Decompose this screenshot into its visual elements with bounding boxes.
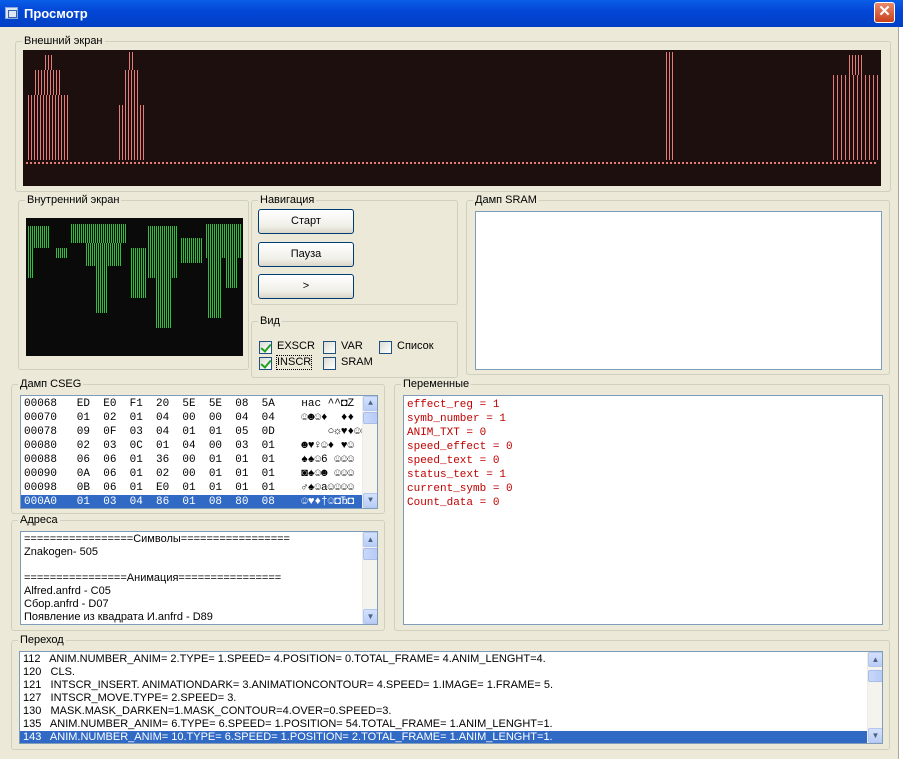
sram-checkbox[interactable]: SRAM xyxy=(323,356,378,370)
addresses-scrollbar[interactable]: ▲ ▼ xyxy=(362,532,377,624)
address-row[interactable]: Сбор.anfrd - D07 xyxy=(21,598,377,611)
transition-row[interactable]: 130 MASK.MASK_DARKEN=1.MASK_CONTOUR=4.OV… xyxy=(20,705,882,718)
cseg-row[interactable]: 00078 09 0F 03 04 01 01 05 0D ○☼♥♦☺☺♣♪ xyxy=(21,425,377,439)
checkbox-unchecked-icon xyxy=(379,341,392,354)
sram-dump-group: Дамп SRAM xyxy=(466,194,890,375)
outer-screen-display xyxy=(23,50,881,186)
scroll-up-arrow-icon[interactable]: ▲ xyxy=(363,532,377,547)
transition-group: Переход 112 ANIM.NUMBER_ANIM= 2.TYPE= 1.… xyxy=(11,634,890,750)
transition-scrollbar[interactable]: ▲ ▼ xyxy=(867,652,882,743)
transition-row[interactable]: 120 CLS. xyxy=(20,666,882,679)
inscr-checkbox[interactable]: INSCR xyxy=(259,355,319,370)
address-row[interactable]: Alfred.anfrd - C05 xyxy=(21,585,377,598)
scroll-down-arrow-icon[interactable]: ▼ xyxy=(868,728,882,743)
start-button[interactable]: Старт xyxy=(258,209,354,234)
variables-list[interactable]: effect_reg = 1 symb_number = 1 ANIM_TXT = … xyxy=(403,395,883,625)
address-row[interactable]: Znakogen- 505 xyxy=(21,546,377,559)
checkbox-unchecked-icon xyxy=(323,341,336,354)
variable-item[interactable]: symb_number = 1 xyxy=(404,412,882,426)
variable-item[interactable]: Count_data = 0 xyxy=(404,496,882,510)
var-checkbox[interactable]: VAR xyxy=(323,340,373,354)
scroll-thumb[interactable] xyxy=(363,412,377,424)
cseg-row[interactable]: 00070 01 02 01 04 00 00 04 04 ☺☻☺♦ ♦♦ xyxy=(21,411,377,425)
navigation-label: Навигация xyxy=(258,194,317,206)
transition-list[interactable]: 112 ANIM.NUMBER_ANIM= 2.TYPE= 1.SPEED= 4… xyxy=(19,651,883,744)
variable-item[interactable]: speed_effect = 0 xyxy=(404,440,882,454)
addresses-list[interactable]: =================Символы================… xyxy=(20,531,378,625)
next-button[interactable]: > xyxy=(258,274,354,299)
cseg-row[interactable]: 00080 02 03 0C 01 04 00 03 01 ☻♥♀☺♦ ♥☺ xyxy=(21,439,377,453)
transition-row[interactable]: 112 ANIM.NUMBER_ANIM= 2.TYPE= 1.SPEED= 4… xyxy=(20,653,882,666)
inner-screen-display xyxy=(26,218,243,356)
transition-row[interactable]: 143 ANIM.NUMBER_ANIM= 10.TYPE= 6.SPEED= … xyxy=(20,731,882,743)
addresses-label: Адреса xyxy=(18,514,60,526)
address-row[interactable]: ================Анимация================ xyxy=(21,572,377,585)
transition-row[interactable]: 121 INTSCR_INSERT. ANIMATIONDARK= 3.ANIM… xyxy=(20,679,882,692)
scroll-thumb[interactable] xyxy=(363,548,377,560)
scroll-thumb[interactable] xyxy=(868,670,882,682)
transition-label: Переход xyxy=(18,634,66,646)
sram-dump-label: Дамп SRAM xyxy=(473,194,539,206)
variable-item[interactable]: status_text = 1 xyxy=(404,468,882,482)
cseg-row[interactable]: 00090 0A 06 01 02 00 01 01 01 ◙♠☺☻ ☺☺☺ xyxy=(21,467,377,481)
window-icon xyxy=(5,7,18,19)
cseg-dump-group: Дамп CSEG 00068 ED E0 F1 20 5E 5E 08 5A … xyxy=(11,378,385,514)
variable-item[interactable]: current_symb = 0 xyxy=(404,482,882,496)
close-button[interactable]: ✕ xyxy=(874,2,895,23)
transition-row[interactable]: 135 ANIM.NUMBER_ANIM= 6.TYPE= 6.SPEED= 1… xyxy=(20,718,882,731)
scroll-down-arrow-icon[interactable]: ▼ xyxy=(363,609,377,624)
preview-window: Просмотр ✕ Внешний экран Внутренний экра… xyxy=(0,0,903,759)
variable-item[interactable]: ANIM_TXT = 0 xyxy=(404,426,882,440)
variables-label: Переменные xyxy=(401,378,472,390)
address-row[interactable]: Появление из квадрата И.anfrd - D89 xyxy=(21,611,377,624)
view-group: Вид EXSCR VAR Список INSCR SRAM xyxy=(251,315,458,378)
exscr-checkbox[interactable]: EXSCR xyxy=(259,340,319,354)
scroll-up-arrow-icon[interactable]: ▲ xyxy=(363,396,377,411)
pause-button[interactable]: Пауза xyxy=(258,242,354,267)
inner-screen-label: Внутренний экран xyxy=(25,194,122,206)
cseg-scrollbar[interactable]: ▲ ▼ xyxy=(362,396,377,508)
outer-screen-label: Внешний экран xyxy=(22,35,105,47)
cseg-row[interactable]: 00098 0B 06 01 E0 01 01 01 01 ♂♠☺а☺☺☺☺ xyxy=(21,481,377,495)
addresses-group: Адреса =================Символы=========… xyxy=(11,514,385,631)
cseg-dump-label: Дамп CSEG xyxy=(18,378,84,390)
title-bar: Просмотр ✕ xyxy=(0,0,903,27)
variable-item[interactable]: effect_reg = 1 xyxy=(404,398,882,412)
checkbox-checked-icon xyxy=(259,341,272,354)
outer-screen-group: Внешний экран xyxy=(15,35,891,192)
window-title: Просмотр xyxy=(24,6,88,21)
scroll-down-arrow-icon[interactable]: ▼ xyxy=(363,493,377,508)
cseg-dump-list[interactable]: 00068 ED E0 F1 20 5E 5E 08 5A нас ^^◘Z 00… xyxy=(20,395,378,509)
checkbox-unchecked-icon xyxy=(323,357,336,370)
variable-item[interactable]: speed_text = 0 xyxy=(404,454,882,468)
cseg-row[interactable]: 00068 ED E0 F1 20 5E 5E 08 5A нас ^^◘Z xyxy=(21,397,377,411)
inner-screen-group: Внутренний экран xyxy=(18,194,249,370)
navigation-group: Навигация Старт Пауза > xyxy=(251,194,458,305)
checkbox-checked-icon xyxy=(259,357,272,370)
window-right-edge xyxy=(898,27,903,759)
list-checkbox[interactable]: Список xyxy=(379,340,439,354)
address-row[interactable]: =================Символы================… xyxy=(21,533,377,546)
view-label: Вид xyxy=(258,315,282,327)
cseg-row[interactable]: 00088 06 06 01 36 00 01 01 01 ♠♠☺6 ☺☺☺ xyxy=(21,453,377,467)
transition-row[interactable]: 127 INTSCR_MOVE.TYPE= 2.SPEED= 3. xyxy=(20,692,882,705)
variables-group: Переменные effect_reg = 1 symb_number = 1… xyxy=(394,378,890,631)
scroll-up-arrow-icon[interactable]: ▲ xyxy=(868,652,882,667)
sram-dump-list[interactable] xyxy=(475,211,882,370)
cseg-row[interactable]: 000A0 01 03 04 86 01 08 80 08 ☺♥♦†☺◘Ђ◘ xyxy=(21,495,377,508)
address-row[interactable] xyxy=(21,559,377,572)
